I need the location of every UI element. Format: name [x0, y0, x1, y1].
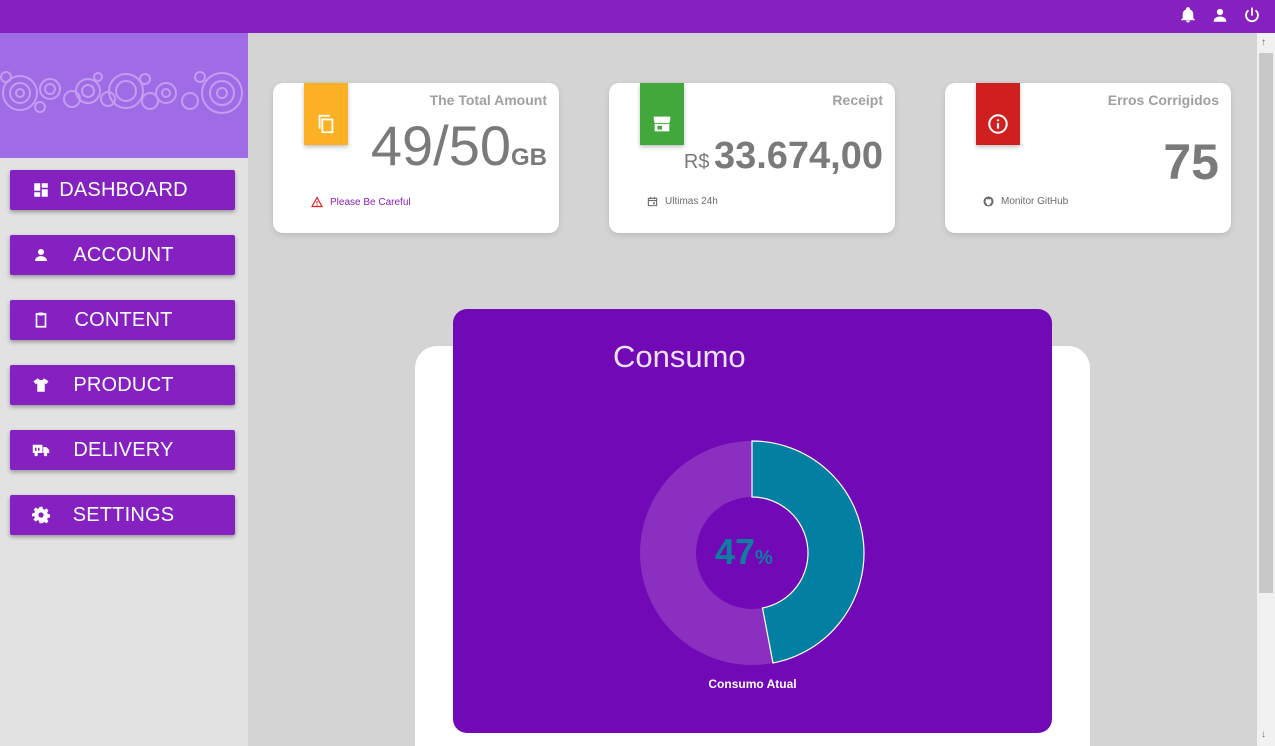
card-unit: GB: [511, 144, 547, 171]
card-title: Receipt: [832, 92, 883, 108]
info-icon: [988, 114, 1008, 134]
scroll-up-arrow[interactable]: ↑: [1261, 37, 1266, 48]
scrollbar[interactable]: ↑ ↓: [1257, 33, 1275, 746]
sidebar-item-label: ACCOUNT: [73, 243, 174, 266]
card-value: 49/50: [370, 114, 511, 177]
card-value-group: R$ 33.674,00: [684, 135, 883, 178]
card-footer-text: Ultimas 24h: [665, 196, 718, 207]
receipt-card: Receipt R$ 33.674,00 Ultimas 24h: [609, 83, 895, 233]
sidebar-item-label: PRODUCT: [73, 373, 174, 396]
card-title: The Total Amount: [429, 92, 547, 108]
total-amount-card: The Total Amount 49/50GB Please Be Caref…: [273, 83, 559, 233]
scroll-down-arrow[interactable]: ↓: [1261, 729, 1266, 740]
errors-card: Erros Corrigidos 75 Monitor GitHub: [945, 83, 1231, 233]
sidebar-item-label: SETTINGS: [72, 503, 175, 526]
copy-icon: [318, 114, 334, 134]
chart-panel: Consumo 47% Consumo Atual: [453, 309, 1052, 733]
card-footer: Please Be Careful: [311, 196, 411, 208]
sidebar-banner: [0, 33, 248, 158]
sidebar-item-dashboard[interactable]: DASHBOARD: [10, 170, 235, 210]
card-icon-tab: [640, 83, 684, 145]
sidebar-item-content[interactable]: CONTENT: [10, 300, 235, 340]
user-icon[interactable]: [1211, 6, 1229, 24]
card-currency: R$: [683, 151, 710, 173]
warning-icon: [311, 196, 323, 208]
sidebar-item-settings[interactable]: SETTINGS: [10, 495, 235, 535]
sidebar-item-label: DELIVERY: [73, 438, 174, 461]
sidebar-item-label: DASHBOARD: [59, 178, 188, 201]
card-value: 75: [1163, 134, 1219, 190]
store-icon: [653, 116, 671, 132]
center-number: 47: [715, 531, 756, 572]
card-value: 33.674,00: [713, 135, 883, 177]
sidebar: DASHBOARD ACCOUNT CONTENT PRODUCT DELIVE…: [0, 33, 248, 746]
chart-legend-label: Consumo Atual: [708, 677, 797, 691]
card-footer-text: Please Be Careful: [330, 196, 411, 208]
top-bar: [0, 0, 1275, 33]
card-footer: Ultimas 24h: [647, 196, 718, 207]
scroll-thumb[interactable]: [1259, 53, 1273, 593]
card-footer: Monitor GitHub: [983, 196, 1068, 207]
top-icons: [1179, 6, 1261, 24]
center-unit: %: [755, 547, 773, 569]
bell-icon[interactable]: [1179, 6, 1197, 24]
card-value-group: 49/50GB: [371, 113, 547, 178]
card-footer-text: Monitor GitHub: [1001, 196, 1069, 207]
calendar-icon: [647, 196, 658, 207]
power-icon[interactable]: [1243, 6, 1261, 24]
github-icon: [983, 196, 994, 207]
card-icon-tab: [304, 83, 348, 145]
card-icon-tab: [976, 83, 1020, 145]
sidebar-item-product[interactable]: PRODUCT: [10, 365, 235, 405]
card-title: Erros Corrigidos: [1107, 92, 1219, 108]
sidebar-item-delivery[interactable]: DELIVERY: [10, 430, 235, 470]
chart-center-value: 47%: [715, 531, 773, 573]
sidebar-item-label: CONTENT: [74, 308, 173, 331]
donut-chart: [640, 440, 865, 665]
sidebar-item-account[interactable]: ACCOUNT: [10, 235, 235, 275]
